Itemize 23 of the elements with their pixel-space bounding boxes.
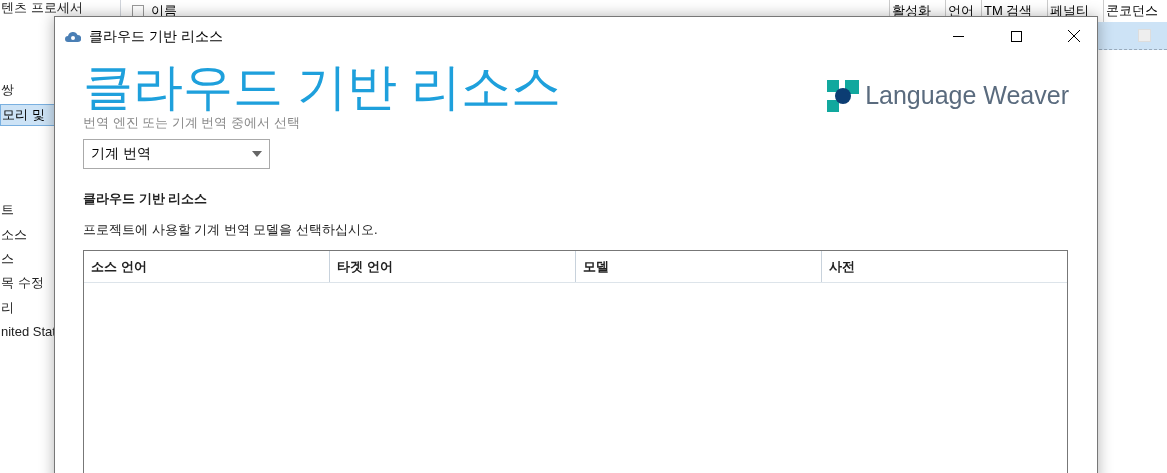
- cloud-gear-icon: [65, 30, 81, 42]
- close-icon: [1068, 30, 1080, 42]
- window-title: 클라우드 기반 리소스: [89, 26, 223, 46]
- engine-dropdown[interactable]: 기계 번역: [83, 138, 270, 169]
- tree-item[interactable]: 스: [0, 249, 15, 269]
- dropdown-arrow-icon: [252, 150, 262, 157]
- instruction-text: 프로젝트에 사용할 기계 번역 모델을 선택하십시오.: [83, 221, 379, 239]
- section-title: 클라우드 기반 리소스: [83, 189, 209, 208]
- logo-icon: [827, 79, 860, 112]
- tree-item[interactable]: nited Stat: [0, 322, 57, 342]
- logo-text: Language Weaver: [865, 80, 1069, 111]
- tree-item[interactable]: 쌍: [0, 80, 15, 100]
- tree-item[interactable]: 텐츠 프로세서: [0, 0, 84, 15]
- engine-label: 번역 엔진 또는 기계 번역 중에서 선택: [83, 114, 301, 132]
- table-column-header[interactable]: 타겟 언어: [329, 250, 575, 282]
- tree-item[interactable]: 목 수정: [0, 273, 45, 293]
- tree-item[interactable]: 소스: [0, 225, 28, 245]
- dialog-heading: 클라우드 기반 리소스: [83, 58, 561, 117]
- table-column-header[interactable]: 사전: [821, 250, 1067, 282]
- tree-item[interactable]: 리: [0, 298, 15, 318]
- tree-item[interactable]: 트: [0, 200, 15, 220]
- table-column-header[interactable]: 모델: [575, 250, 821, 282]
- table-column-header[interactable]: 소스 언어: [84, 250, 329, 282]
